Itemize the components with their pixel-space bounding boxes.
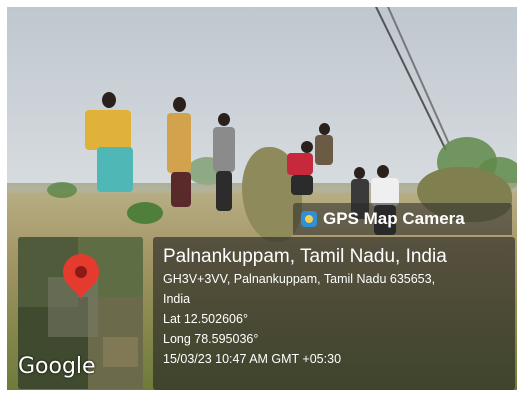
map-thumbnail: Google [18,237,143,389]
green-shrub [47,182,77,198]
longitude: Long 78.595036° [163,332,259,346]
address-line-1: GH3V+3VV, Palnankuppam, Tamil Nadu 63565… [163,272,436,286]
location-title: Palnankuppam, Tamil Nadu, India [163,246,447,267]
latitude: Lat 12.502606° [163,312,248,326]
location-info-panel: Palnankuppam, Tamil Nadu, India GH3V+3VV… [153,237,515,390]
gps-camera-header: GPS Map Camera [293,203,512,235]
green-shrub [127,202,163,224]
google-logo: Google [18,354,96,379]
gps-camera-icon [301,211,317,227]
timestamp: 15/03/23 10:47 AM GMT +05:30 [163,352,342,366]
app-name: GPS Map Camera [323,209,465,228]
address-line-2: India [163,292,191,306]
